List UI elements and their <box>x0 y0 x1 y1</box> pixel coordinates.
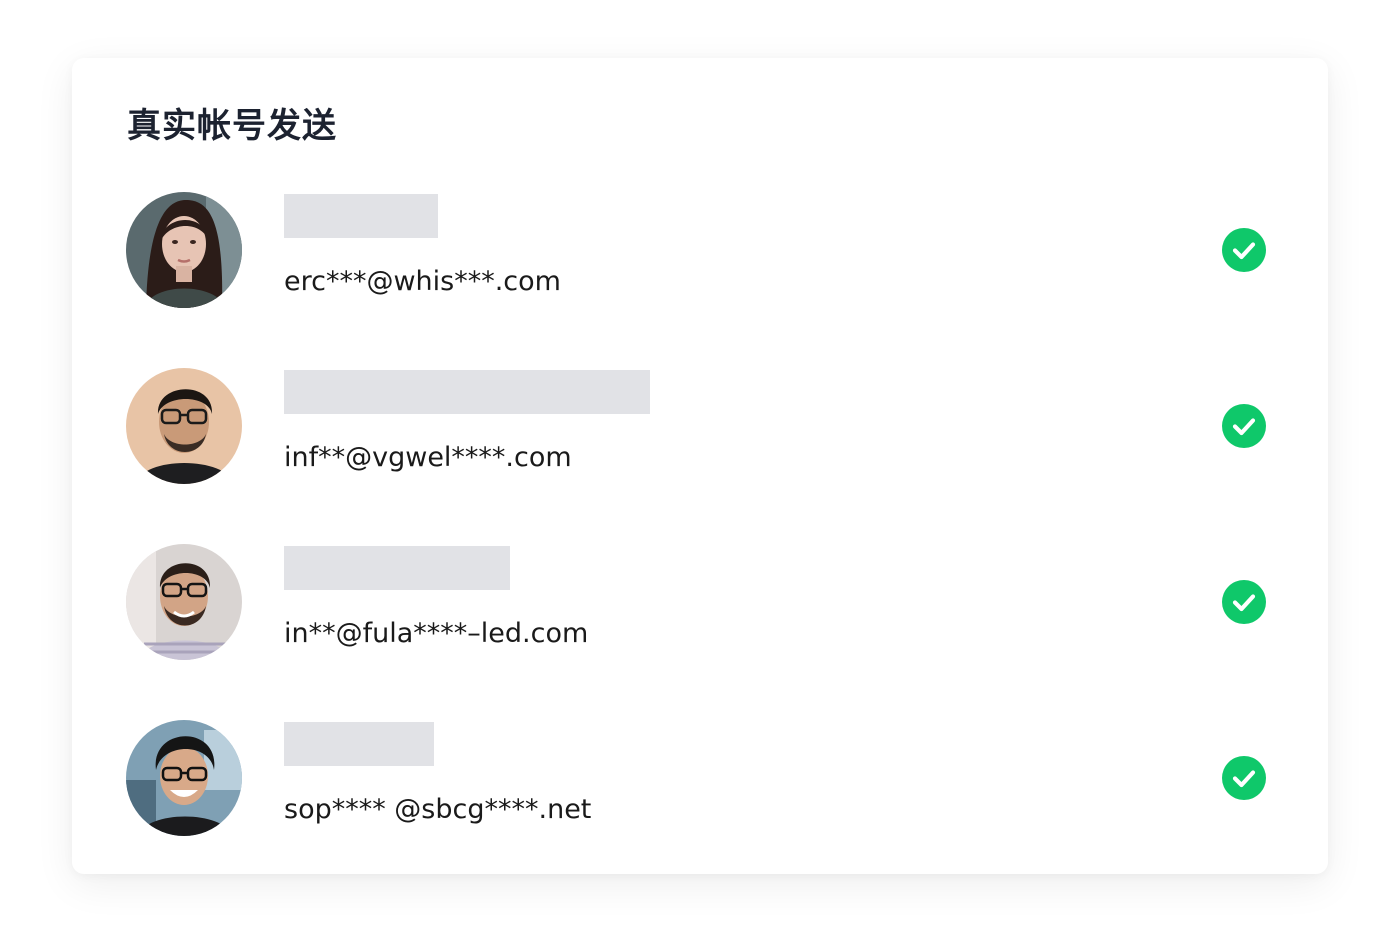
name-placeholder <box>284 546 510 590</box>
avatar <box>126 368 242 484</box>
check-circle-icon <box>1222 580 1266 624</box>
account-row: inf**@vgwel****.com <box>72 368 1328 488</box>
account-row: in**@fula****–led.com <box>72 544 1328 664</box>
name-placeholder <box>284 722 434 766</box>
card-title: 真实帐号发送 <box>127 106 337 146</box>
avatar <box>126 720 242 836</box>
name-placeholder <box>284 370 650 414</box>
account-row: sop**** @sbcg****.net <box>72 720 1328 840</box>
check-circle-icon <box>1222 756 1266 800</box>
email-text: in**@fula****–led.com <box>284 618 589 649</box>
email-text: sop**** @sbcg****.net <box>284 794 592 825</box>
email-text: erc***@whis***.com <box>284 266 561 297</box>
email-text: inf**@vgwel****.com <box>284 442 572 473</box>
avatar <box>126 192 242 308</box>
account-list-card: 真实帐号发送 erc***@whis***.com inf**@vgwel***… <box>72 58 1328 874</box>
avatar <box>126 544 242 660</box>
check-circle-icon <box>1222 228 1266 272</box>
name-placeholder <box>284 194 438 238</box>
check-circle-icon <box>1222 404 1266 448</box>
account-row: erc***@whis***.com <box>72 192 1328 312</box>
